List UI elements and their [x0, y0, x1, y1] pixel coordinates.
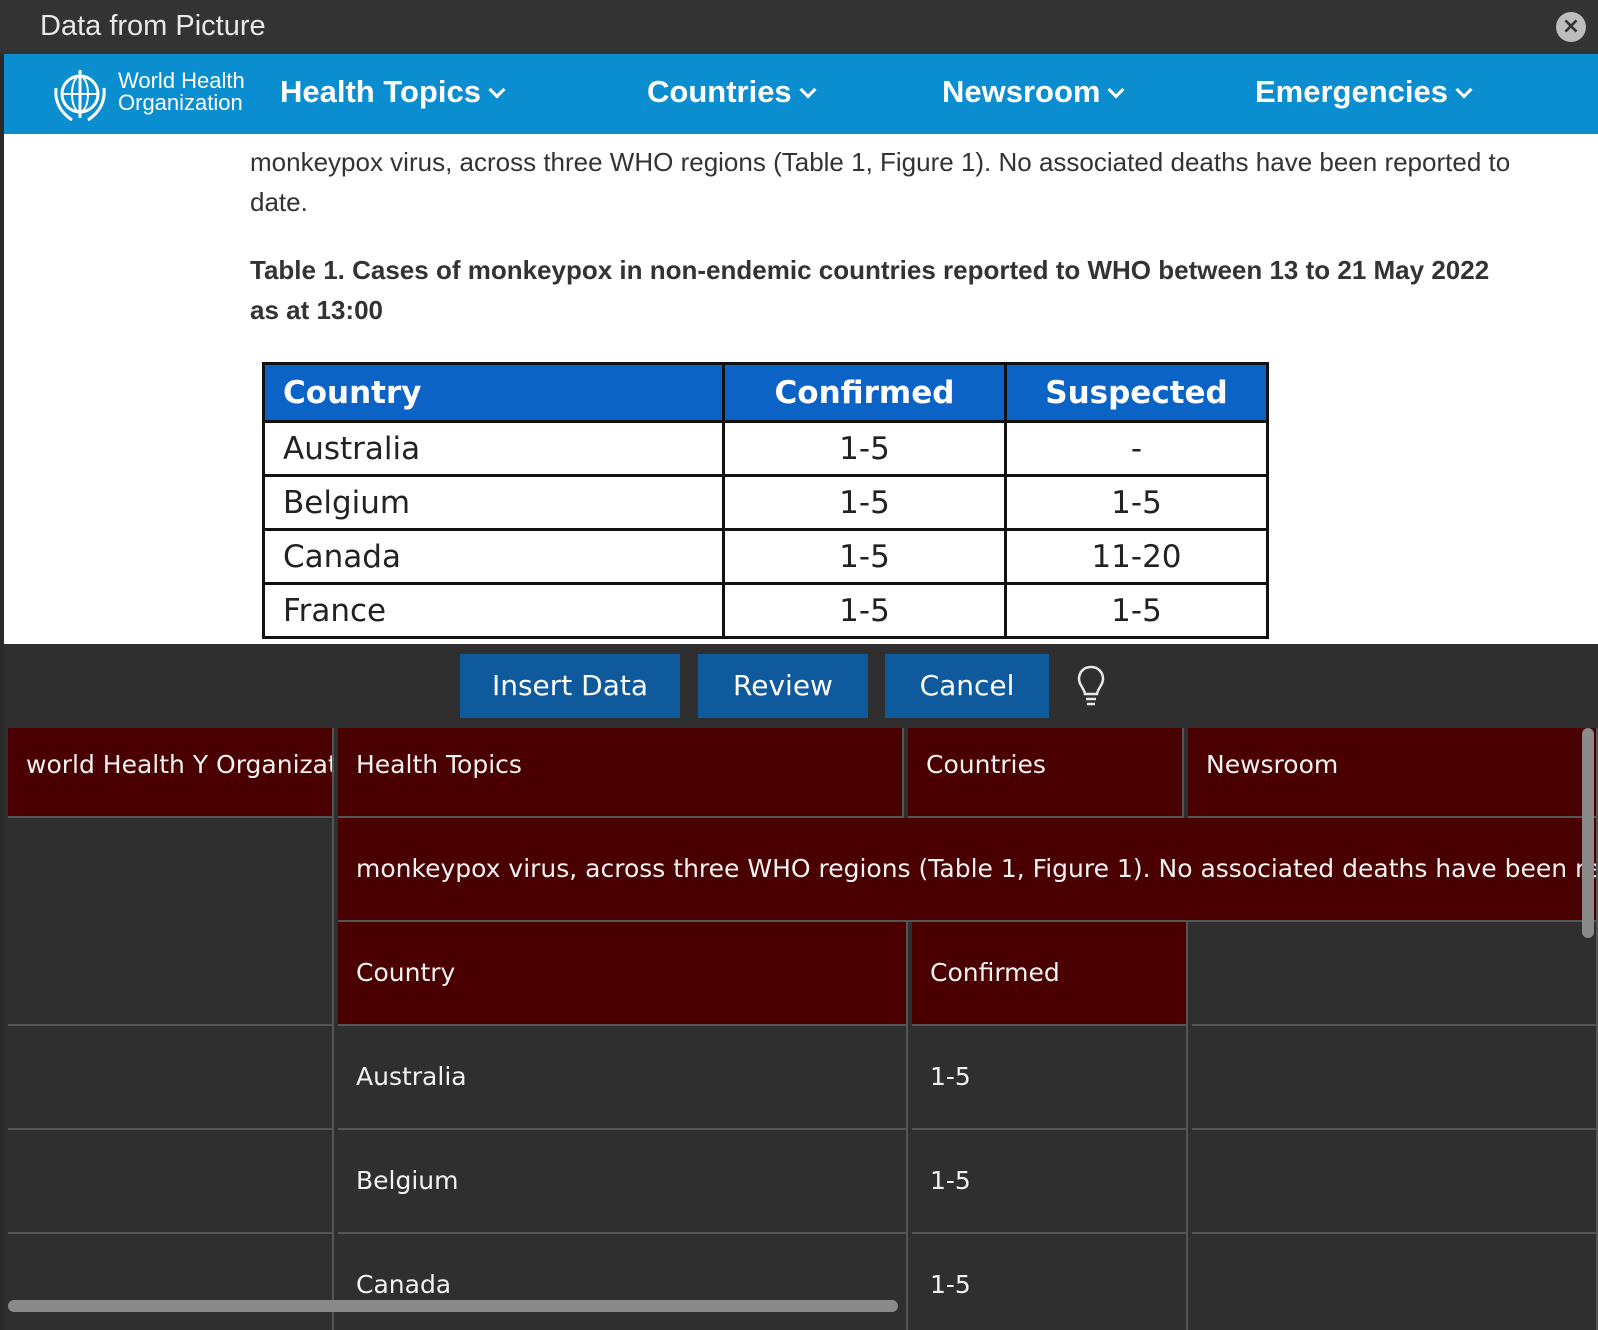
cell-suspected: - — [1004, 420, 1269, 477]
header-confirmed: Confirmed — [722, 362, 1007, 423]
cases-table: Country Confirmed Suspected Australia 1-… — [262, 362, 1269, 639]
data-preview-grid: world Health Y Organization Health Topic… — [4, 728, 1598, 1330]
grid-cell[interactable] — [8, 1130, 334, 1234]
table-row: Australia 1-5 - — [262, 420, 1269, 477]
grid-cell[interactable]: Newsroom — [1188, 728, 1598, 818]
grid-cell[interactable] — [1192, 922, 1598, 1026]
cell-country: Belgium — [262, 474, 725, 531]
picture-preview: World Health Organization Health Topics … — [4, 54, 1598, 644]
table-row: Canada 1-5 11-20 — [262, 528, 1269, 585]
nav-newsroom: Newsroom — [942, 74, 1125, 110]
grid-cell[interactable]: Country — [338, 922, 908, 1026]
cell-country: France — [262, 582, 725, 639]
org-name-line2: Organization — [118, 90, 243, 115]
insert-data-button[interactable]: Insert Data — [460, 654, 680, 718]
grid-cell[interactable]: Health Topics — [338, 728, 904, 818]
table-row: France 1-5 1-5 — [262, 582, 1269, 639]
action-bar: Insert Data Review Cancel — [4, 644, 1598, 728]
dialog-title-bar: Data from Picture × — [0, 0, 1598, 54]
who-org-name: World Health Organization — [118, 70, 245, 114]
article-paragraph: monkeypox virus, across three WHO region… — [250, 147, 1511, 217]
grid-cell[interactable] — [8, 1234, 334, 1330]
nav-label: Newsroom — [942, 74, 1101, 109]
horizontal-scrollbar[interactable] — [8, 1300, 898, 1312]
table-caption: Table 1. Cases of monkeypox in non-endem… — [250, 255, 1490, 325]
cell-country: Canada — [262, 528, 725, 585]
grid-cell[interactable] — [1192, 1130, 1598, 1234]
review-button[interactable]: Review — [698, 654, 868, 718]
grid-cell[interactable]: Confirmed — [912, 922, 1188, 1026]
nav-label: Health Topics — [280, 74, 481, 109]
header-country: Country — [262, 362, 725, 423]
who-logo-icon — [54, 70, 106, 122]
org-name-line1: World Health — [118, 68, 245, 93]
cell-suspected: 1-5 — [1004, 582, 1269, 639]
grid-cell[interactable]: monkeypox virus, across three WHO region… — [338, 818, 1598, 922]
grid-cell[interactable] — [8, 818, 334, 1026]
cancel-button[interactable]: Cancel — [885, 654, 1049, 718]
nav-label: Countries — [647, 74, 792, 109]
grid-cell[interactable]: 1-5 — [912, 1234, 1188, 1330]
lightbulb-icon[interactable] — [1076, 664, 1106, 708]
grid-cell[interactable]: Belgium — [338, 1130, 908, 1234]
grid-cell[interactable]: world Health Y Organization — [8, 728, 334, 818]
chevron-down-icon — [1107, 81, 1125, 99]
chevron-down-icon — [488, 81, 506, 99]
table-row: Belgium 1-5 1-5 — [262, 474, 1269, 531]
nav-health-topics: Health Topics — [280, 74, 506, 110]
who-nav-bar: World Health Organization Health Topics … — [4, 54, 1598, 134]
cell-confirmed: 1-5 — [722, 420, 1007, 477]
chevron-down-icon — [1455, 81, 1473, 99]
grid-cell[interactable]: Countries — [908, 728, 1184, 818]
cell-suspected: 11-20 — [1004, 528, 1269, 585]
grid-cell[interactable] — [1192, 1234, 1598, 1330]
table-header-row: Country Confirmed Suspected — [262, 362, 1269, 423]
grid-cell[interactable]: 1-5 — [912, 1026, 1188, 1130]
cell-suspected: 1-5 — [1004, 474, 1269, 531]
cell-confirmed: 1-5 — [722, 528, 1007, 585]
grid-cell[interactable]: Canada — [338, 1234, 908, 1330]
grid-cell[interactable] — [8, 1026, 334, 1130]
grid-cell[interactable]: 1-5 — [912, 1130, 1188, 1234]
chevron-down-icon — [799, 81, 817, 99]
nav-label: Emergencies — [1255, 74, 1448, 109]
grid-cell[interactable]: Australia — [338, 1026, 908, 1130]
nav-countries: Countries — [647, 74, 817, 110]
cell-confirmed: 1-5 — [722, 582, 1007, 639]
vertical-scrollbar[interactable] — [1582, 728, 1594, 938]
cell-country: Australia — [262, 420, 725, 477]
dialog-title: Data from Picture — [40, 10, 266, 42]
grid-cell[interactable] — [1192, 1026, 1598, 1130]
close-icon[interactable]: × — [1556, 12, 1586, 42]
cell-confirmed: 1-5 — [722, 474, 1007, 531]
nav-emergencies: Emergencies — [1255, 74, 1473, 110]
header-suspected: Suspected — [1004, 362, 1269, 423]
